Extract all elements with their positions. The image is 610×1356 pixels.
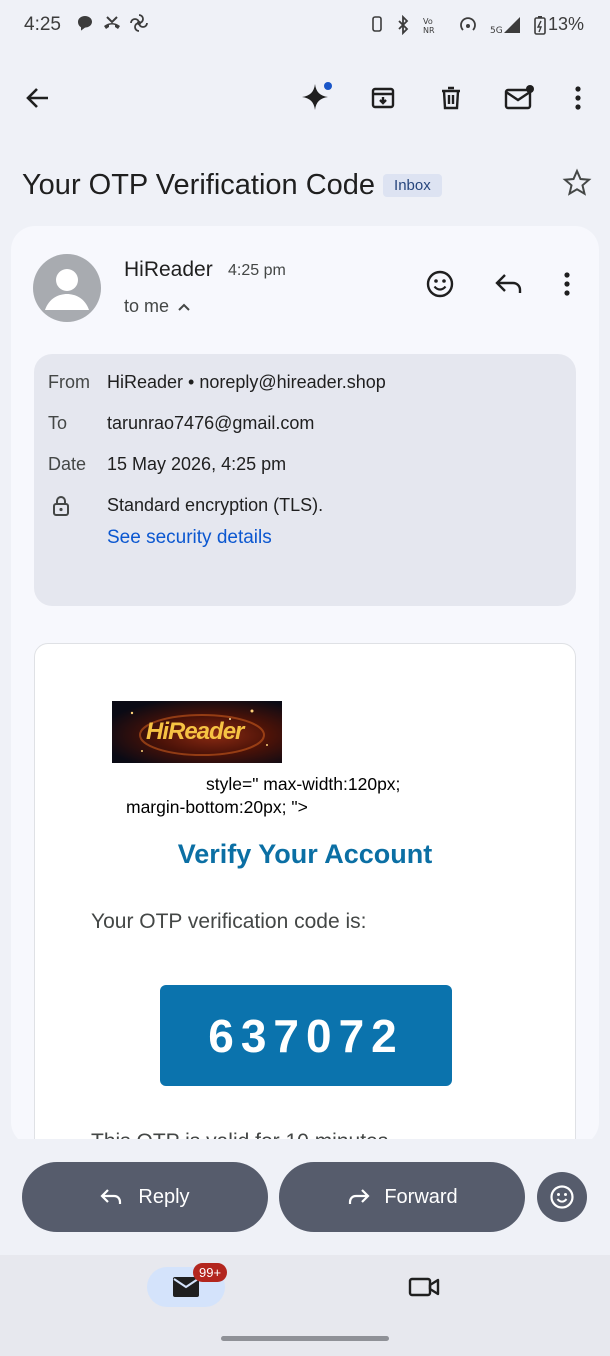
archive-button[interactable] [363,78,403,118]
stray-line-2: margin-bottom:20px; "> [126,796,308,817]
battery-percent: 13% [547,14,584,34]
bottom-navigation: 99+ [0,1255,610,1356]
battery-icon [534,15,546,35]
status-bar: 4:25 Vo NR 5G 13% [0,0,610,52]
subject-row: Your OTP Verification Code Inbox [22,160,592,210]
reply-label: Reply [138,1185,190,1208]
gemini-button[interactable] [296,78,336,118]
sent-time: 4:25 pm [228,262,286,279]
to-label: To [48,413,68,433]
lock-icon [53,496,69,516]
message-more-button[interactable] [547,264,587,304]
forward-icon [349,1189,370,1204]
reply-button[interactable]: Reply [22,1162,268,1232]
email-card: HiReader 4:25 pm to me From HiReader • n… [11,226,599,1146]
nav-meet-tab[interactable] [404,1269,444,1305]
unread-count-badge: 99+ [193,1263,228,1282]
from-value: HiReader • noreply@hireader.shop [107,372,386,392]
signal-icon: 5G [490,16,520,35]
otp-code[interactable]: 637072 [208,1009,404,1063]
back-arrow-icon [26,88,48,108]
chat-bubble-icon [78,16,92,31]
hotspot-icon [460,16,476,31]
pinwheel-icon [130,14,148,32]
star-button[interactable] [562,168,592,203]
star-icon [562,168,592,196]
vonr-icon: VoNR [423,17,435,35]
archive-icon [371,87,395,109]
svg-text:NR: NR [423,26,435,35]
bluetooth-icon [398,14,409,35]
sender-name: HiReader [124,258,213,281]
reply-icon [495,274,522,293]
status-left-icons [76,14,148,32]
network-label: 5G [490,26,503,35]
reply-action-bar: Reply Forward [0,1139,610,1255]
inbox-label-badge[interactable]: Inbox [383,173,442,197]
stray-html-text: style=" max-width:120px; margin-bottom:2… [126,773,526,819]
recipient-toggle[interactable]: to me [124,296,191,317]
status-right-icons: Vo NR 5G 13% [370,14,584,35]
email-subject: Your OTP Verification Code [22,168,376,201]
to-me-label: to me [124,296,170,316]
to-value: tarunrao7476@gmail.com [107,413,315,433]
security-details-link[interactable]: See security details [107,527,272,549]
react-emoji-button[interactable] [537,1172,587,1222]
verify-heading: Verify Your Account [177,839,433,869]
gesture-handle[interactable] [221,1336,389,1341]
more-vert-icon [564,272,570,296]
delete-icon [442,86,460,110]
vibrate-icon [372,15,382,32]
video-camera-icon [408,1277,440,1297]
reply-icon [100,1189,122,1204]
forward-label: Forward [384,1185,458,1208]
mark-unread-icon [504,85,534,110]
back-button[interactable] [18,78,58,118]
date-value: 15 May 2026, 4:25 pm [107,454,287,474]
svg-text:Vo: Vo [423,17,433,26]
from-label: From [48,372,90,392]
otp-intro-text: Your OTP verification code is: [91,910,367,933]
gemini-sparkle-icon [302,82,332,110]
more-options-button[interactable] [558,78,598,118]
add-reaction-button[interactable] [420,264,460,304]
emoji-icon [426,270,454,298]
status-time: 4:25 [24,14,61,35]
otp-code-box: 637072 [160,985,452,1086]
missed-call-icon [104,16,120,29]
chevron-up-icon [178,303,190,311]
hireader-logo: HiReader [112,701,282,763]
email-body: HiReader style=" max-width:120px; margin… [34,643,576,1146]
sender-avatar[interactable] [33,254,101,322]
message-details-panel: From HiReader • noreply@hireader.shop To… [34,354,576,606]
forward-button[interactable]: Forward [279,1162,525,1232]
logo-text: HiReader [146,718,244,745]
delete-button[interactable] [431,78,471,118]
email-toolbar [0,70,610,126]
reply-icon-button[interactable] [489,264,529,304]
date-label: Date [48,454,87,474]
encryption-text: Standard encryption (TLS). [107,495,324,515]
emoji-icon [550,1185,574,1209]
more-vert-icon [575,86,581,110]
mark-unread-button[interactable] [499,78,539,118]
stray-line-1: style=" max-width:120px; [206,774,401,794]
person-icon [45,269,89,310]
